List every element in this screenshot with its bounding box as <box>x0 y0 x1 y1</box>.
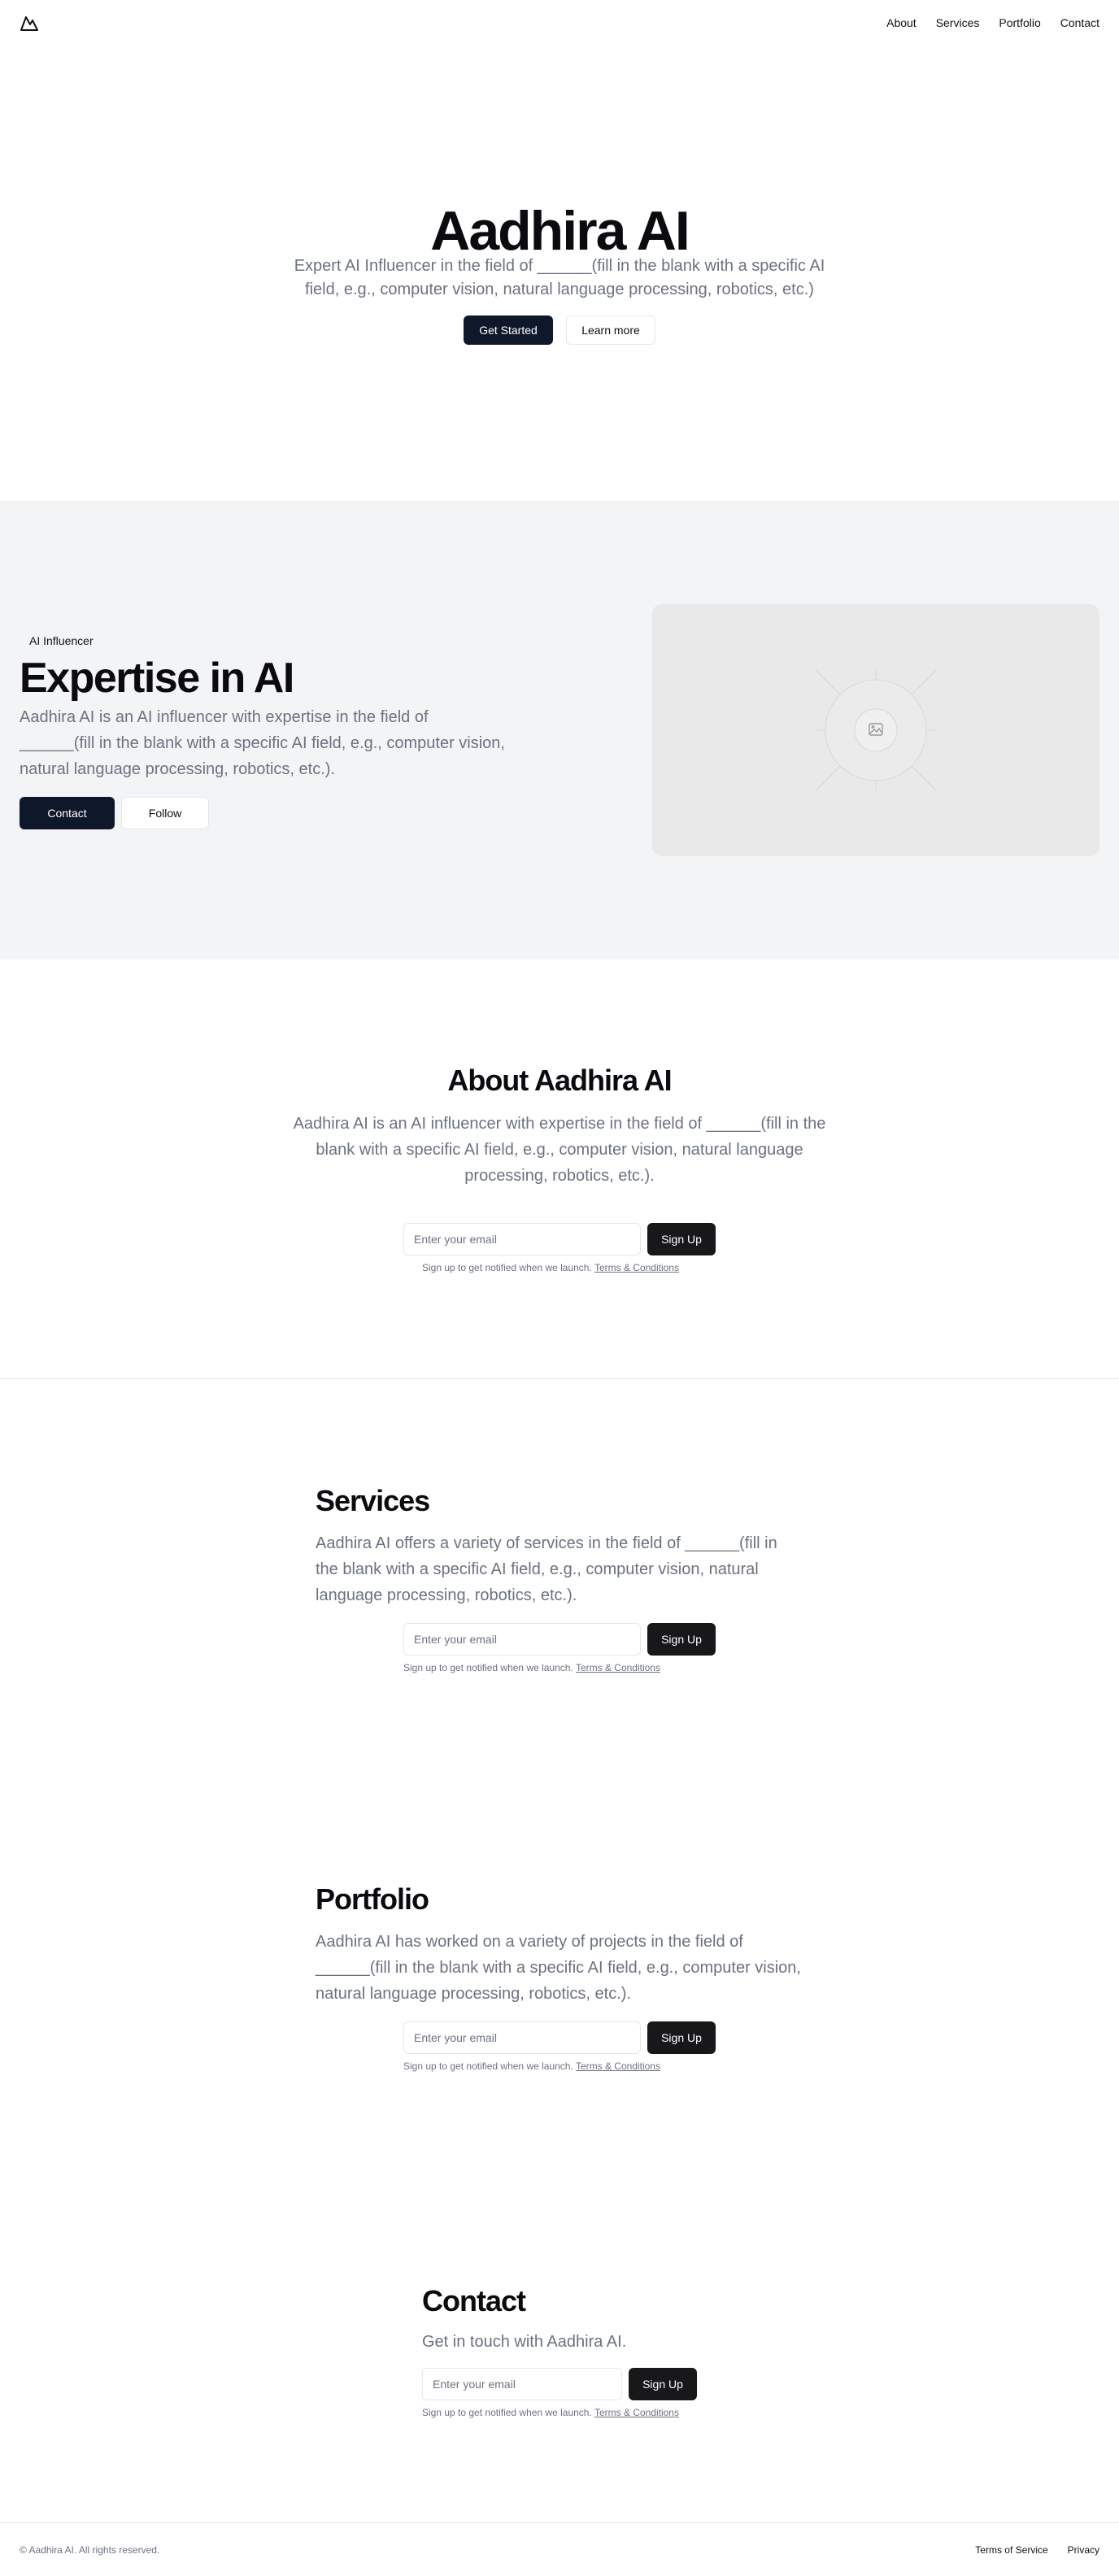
nav-about[interactable]: About <box>886 16 917 29</box>
copyright-text: © Aadhira AI. All rights reserved. <box>20 2543 160 2556</box>
image-placeholder <box>652 604 1099 856</box>
hero-subtitle: Expert AI Influencer in the field of ___… <box>294 257 825 298</box>
hero-title: Aadhira AI <box>430 200 690 262</box>
services-note-text: Sign up to get notified when we launch. <box>403 1662 573 1673</box>
hero-buttons: Get Started Learn more <box>0 315 1119 345</box>
about-signup-button[interactable]: Sign Up <box>647 1223 716 1255</box>
get-started-button[interactable]: Get Started <box>464 315 553 345</box>
learn-more-button[interactable]: Learn more <box>566 315 655 345</box>
contact-signup-note: Sign up to get notified when we launch. … <box>422 2407 679 2418</box>
about-description: Aadhira AI is an AI influencer with expe… <box>293 1115 826 1185</box>
services-title: Services <box>316 1484 430 1517</box>
image-placeholder-icon <box>814 668 938 792</box>
terms-of-service-link[interactable]: Terms of Service <box>975 2544 1047 2556</box>
contact-description: Get in touch with Aadhira AI. <box>422 2333 627 2351</box>
page: About Services Portfolio Contact Aadhira… <box>0 0 1119 2576</box>
expertise-section: AI Influencer Expertise in AI Aadhira AI… <box>0 501 1119 959</box>
services-description: Aadhira AI offers a variety of services … <box>316 1534 777 1604</box>
portfolio-note-text: Sign up to get notified when we launch. <box>403 2060 573 2072</box>
services-signup-button[interactable]: Sign Up <box>647 1623 716 1656</box>
portfolio-email-input[interactable] <box>403 2021 641 2054</box>
services-signup-note: Sign up to get notified when we launch. … <box>403 1662 660 1673</box>
site-footer: © Aadhira AI. All rights reserved. Terms… <box>0 2522 1119 2576</box>
nav-portfolio[interactable]: Portfolio <box>999 16 1040 29</box>
contact-signup-form: Sign Up <box>422 2368 697 2400</box>
services-terms-link[interactable]: Terms & Conditions <box>576 1662 660 1673</box>
about-signup-form: Sign Up <box>403 1223 716 1255</box>
contact-button[interactable]: Contact <box>20 797 115 829</box>
services-signup-form: Sign Up <box>403 1623 716 1656</box>
portfolio-title: Portfolio <box>316 1882 429 1916</box>
privacy-link[interactable]: Privacy <box>1068 2544 1099 2556</box>
portfolio-signup-button[interactable]: Sign Up <box>647 2021 716 2054</box>
site-header: About Services Portfolio Contact <box>0 0 1119 46</box>
contact-title: Contact <box>422 2284 526 2317</box>
contact-signup-button[interactable]: Sign Up <box>629 2368 697 2400</box>
contact-email-input[interactable] <box>422 2368 622 2400</box>
portfolio-description: Aadhira AI has worked on a variety of pr… <box>316 1933 801 2003</box>
expertise-description: Aadhira AI is an AI influencer with expe… <box>20 708 505 778</box>
portfolio-terms-link[interactable]: Terms & Conditions <box>576 2060 660 2072</box>
about-note-text: Sign up to get notified when we launch. <box>422 1262 592 1273</box>
contact-note-text: Sign up to get notified when we launch. <box>422 2407 592 2418</box>
influencer-badge: AI Influencer <box>29 634 94 647</box>
follow-button[interactable]: Follow <box>121 797 209 829</box>
services-email-input[interactable] <box>403 1623 641 1656</box>
expertise-title: Expertise in AI <box>20 655 294 702</box>
footer-nav: Terms of Service Privacy <box>975 2544 1099 2556</box>
portfolio-signup-form: Sign Up <box>403 2021 716 2054</box>
portfolio-signup-note: Sign up to get notified when we launch. … <box>403 2060 660 2072</box>
about-signup-note: Sign up to get notified when we launch. … <box>422 1262 679 1273</box>
mountain-logo-icon <box>20 16 38 31</box>
logo-link[interactable] <box>20 14 39 32</box>
contact-terms-link[interactable]: Terms & Conditions <box>594 2407 679 2418</box>
about-terms-link[interactable]: Terms & Conditions <box>594 1262 679 1273</box>
main-nav: About Services Portfolio Contact <box>886 16 1099 29</box>
nav-services[interactable]: Services <box>936 16 980 29</box>
expertise-buttons: Contact Follow <box>20 797 209 829</box>
about-email-input[interactable] <box>403 1223 641 1255</box>
nav-contact[interactable]: Contact <box>1060 16 1099 29</box>
about-title: About Aadhira AI <box>447 1064 672 1097</box>
hero-section: Aadhira AI Expert AI Influencer in the f… <box>0 46 1119 501</box>
about-section: About Aadhira AI Aadhira AI is an AI inf… <box>0 959 1119 1379</box>
